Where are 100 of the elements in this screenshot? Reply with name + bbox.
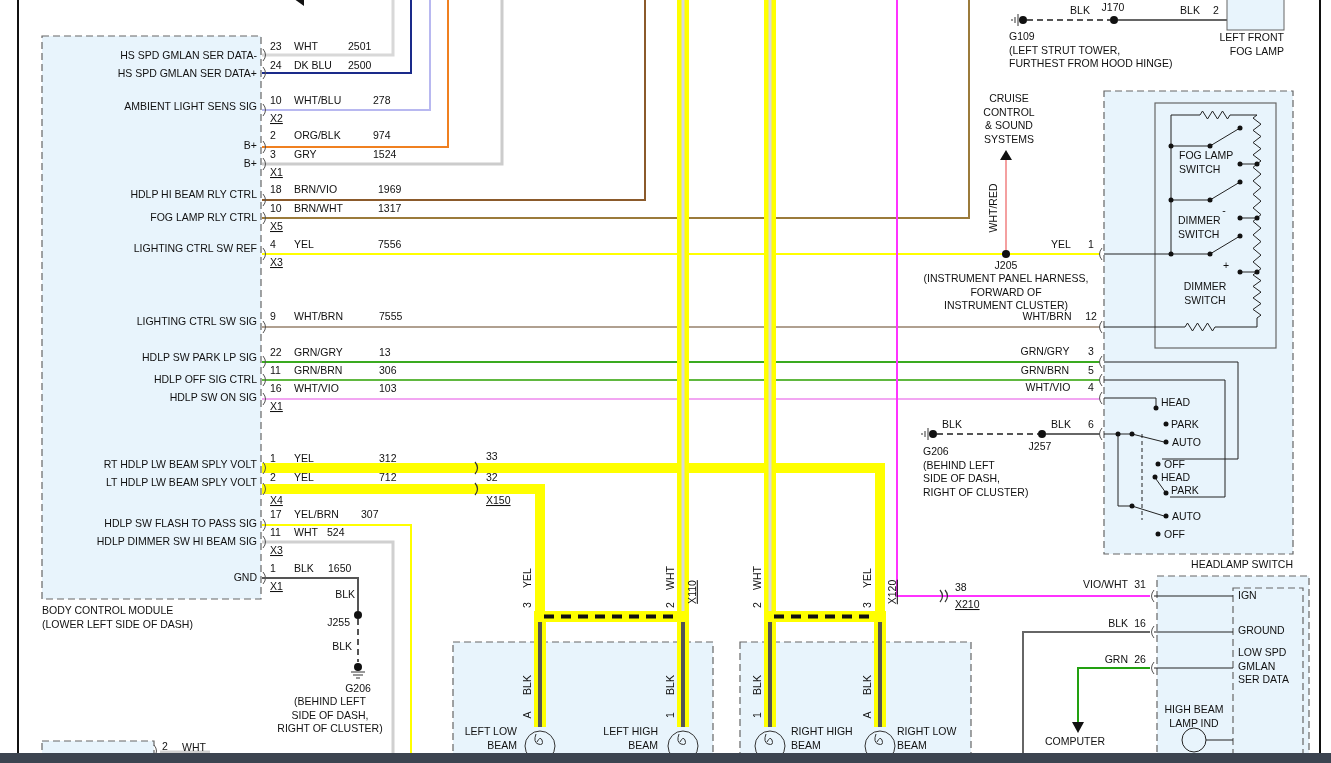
circuit-line: [1239, 271, 1258, 273]
contact-dot-icon: [1152, 474, 1158, 480]
dashed-wire: [357, 618, 359, 663]
wire-color-label: YEL: [520, 568, 533, 588]
wire-color-label: WHT/VIO: [1025, 381, 1071, 393]
connector-bracket-icon: [1099, 320, 1103, 334]
arrow-up-icon: [1000, 150, 1012, 160]
wire-color-label: BRN/WHT: [294, 202, 343, 214]
contact-dot-icon: [1237, 269, 1243, 275]
signal-label: RT HDLP LW BEAM SPLY VOLT: [103, 458, 257, 470]
splice-label: J170: [1101, 1, 1125, 13]
circuit-line: [1239, 163, 1258, 165]
component-label: LEFT HIGH BEAM: [603, 725, 658, 751]
polarity-sign: -: [1222, 204, 1226, 216]
circuit-number: 307: [361, 508, 379, 520]
pin-number: 4: [1088, 381, 1094, 393]
pin-number: 2: [750, 602, 763, 608]
wire-color-label: YEL: [1051, 238, 1071, 250]
wire-color-label: WHT/VIO: [294, 382, 339, 394]
switch-position-label: OFF: [1164, 528, 1185, 540]
contact-dot-icon: [1207, 197, 1213, 203]
signal-label: AMBIENT LIGHT SENS SIG: [124, 100, 257, 112]
wire-color-label: BLK: [750, 675, 763, 695]
pin-number: 6: [1088, 418, 1094, 430]
bulb-icon: [524, 730, 556, 753]
contact-dot-icon: [1254, 161, 1260, 167]
connector-label: X210: [955, 598, 980, 610]
pin-number: 31: [1134, 578, 1146, 590]
connector-bracket-icon: [262, 518, 266, 532]
splice-label: J255: [327, 616, 350, 628]
splice-label: J257: [1028, 440, 1052, 452]
contact-dot-icon: [1168, 251, 1174, 257]
contact-dot-icon: [1163, 421, 1169, 427]
resistor-icon: [1184, 322, 1216, 332]
signal-label: FOG LAMP RLY CTRL: [150, 211, 257, 223]
pin-number: 32: [486, 471, 498, 483]
switch-position-label: AUTO: [1172, 510, 1201, 522]
connector-bracket-icon: [1099, 391, 1103, 405]
switch-position-label: OFF: [1164, 458, 1185, 470]
pin-number: 4: [270, 238, 276, 250]
ground-symbol-icon: [350, 663, 366, 679]
connector-label: X3: [270, 256, 283, 268]
pin-number: 10: [270, 202, 282, 214]
contact-dot-icon: [1254, 215, 1260, 221]
wire-color-label: GRN/BRN: [294, 364, 343, 376]
connector-bracket-icon: [262, 157, 266, 171]
pin-number: 16: [270, 382, 282, 394]
wire-color-label: WHT/BRN: [1022, 310, 1072, 322]
wire-color-label: YEL: [294, 238, 314, 250]
component-label: BODY CONTROL MODULE (LOWER LEFT SIDE OF DASH): [42, 604, 193, 630]
connector-bracket-icon: [262, 392, 266, 406]
wire-color-label: BRN/VIO: [294, 183, 338, 195]
circuit-number: 974: [373, 129, 391, 141]
circuit-number: 103: [379, 382, 397, 394]
circuit-number: 1317: [378, 202, 402, 214]
connector-bracket-icon: [1099, 247, 1103, 261]
pin-number: A: [520, 711, 533, 719]
wire-color-label: YEL/BRN: [294, 508, 339, 520]
signal-label: LT HDLP LW BEAM SPLY VOLT: [106, 476, 257, 488]
wire-color-label: ORG/BLK: [294, 129, 341, 141]
wire-color-label: WHT: [750, 566, 763, 590]
connector-bracket-icon: [262, 211, 266, 225]
connector-bracket-icon: [1099, 355, 1103, 369]
signal-label: HDLP SW FLASH TO PASS SIG: [104, 517, 257, 529]
contact-dot-icon: [1168, 143, 1174, 149]
connector-bracket-icon: [262, 320, 266, 334]
connector-bracket-icon: [1151, 661, 1155, 675]
circuit-number: 2500: [348, 59, 372, 71]
contact-dot-icon: [1237, 161, 1243, 167]
connector-label: X150: [486, 494, 511, 506]
location-label: (INSTRUMENT PANEL HARNESS, FORWARD OF INSTRUMENT CLUSTER): [923, 272, 1089, 311]
component-label: RIGHT HIGH BEAM: [791, 725, 853, 751]
wire-color-label: BLK: [1070, 4, 1090, 16]
component-label: HEADLAMP SWITCH: [1191, 558, 1293, 570]
wire-color-label: WHT: [294, 526, 318, 538]
wire-color-label: BLK: [294, 562, 314, 574]
wire-color-label: GRN: [1104, 653, 1128, 665]
contact-dot-icon: [1237, 179, 1243, 185]
splice-dot-icon: [1002, 250, 1010, 258]
circuit-number: 306: [379, 364, 397, 376]
resistor-icon: [1252, 163, 1262, 219]
switch-label: DIMMER SWITCH: [1183, 280, 1227, 306]
destination-label: COMPUTER: [1044, 735, 1106, 747]
connector-bracket-icon: [262, 103, 266, 117]
circuit-number: 312: [379, 452, 397, 464]
wire-color-label: WHT: [182, 741, 206, 753]
switch-position-label: PARK: [1171, 484, 1199, 496]
circuit-line: [1239, 217, 1258, 219]
contact-dot-icon: [1163, 513, 1169, 519]
pin-number: 16: [1134, 617, 1146, 629]
wire-color-label: BLK: [1051, 418, 1071, 430]
pin-number: 1: [663, 712, 676, 718]
contact-dot-icon: [1163, 490, 1169, 496]
contact-dot-icon: [1237, 233, 1243, 239]
switch-label: FOG LAMP SWITCH: [1179, 149, 1234, 175]
bulb-icon: [864, 730, 896, 753]
pin-number: 9: [270, 310, 276, 322]
signal-label: HDLP SW PARK LP SIG: [142, 351, 257, 363]
connector-bracket-icon: [262, 247, 266, 261]
contact-dot-icon: [1155, 531, 1161, 537]
